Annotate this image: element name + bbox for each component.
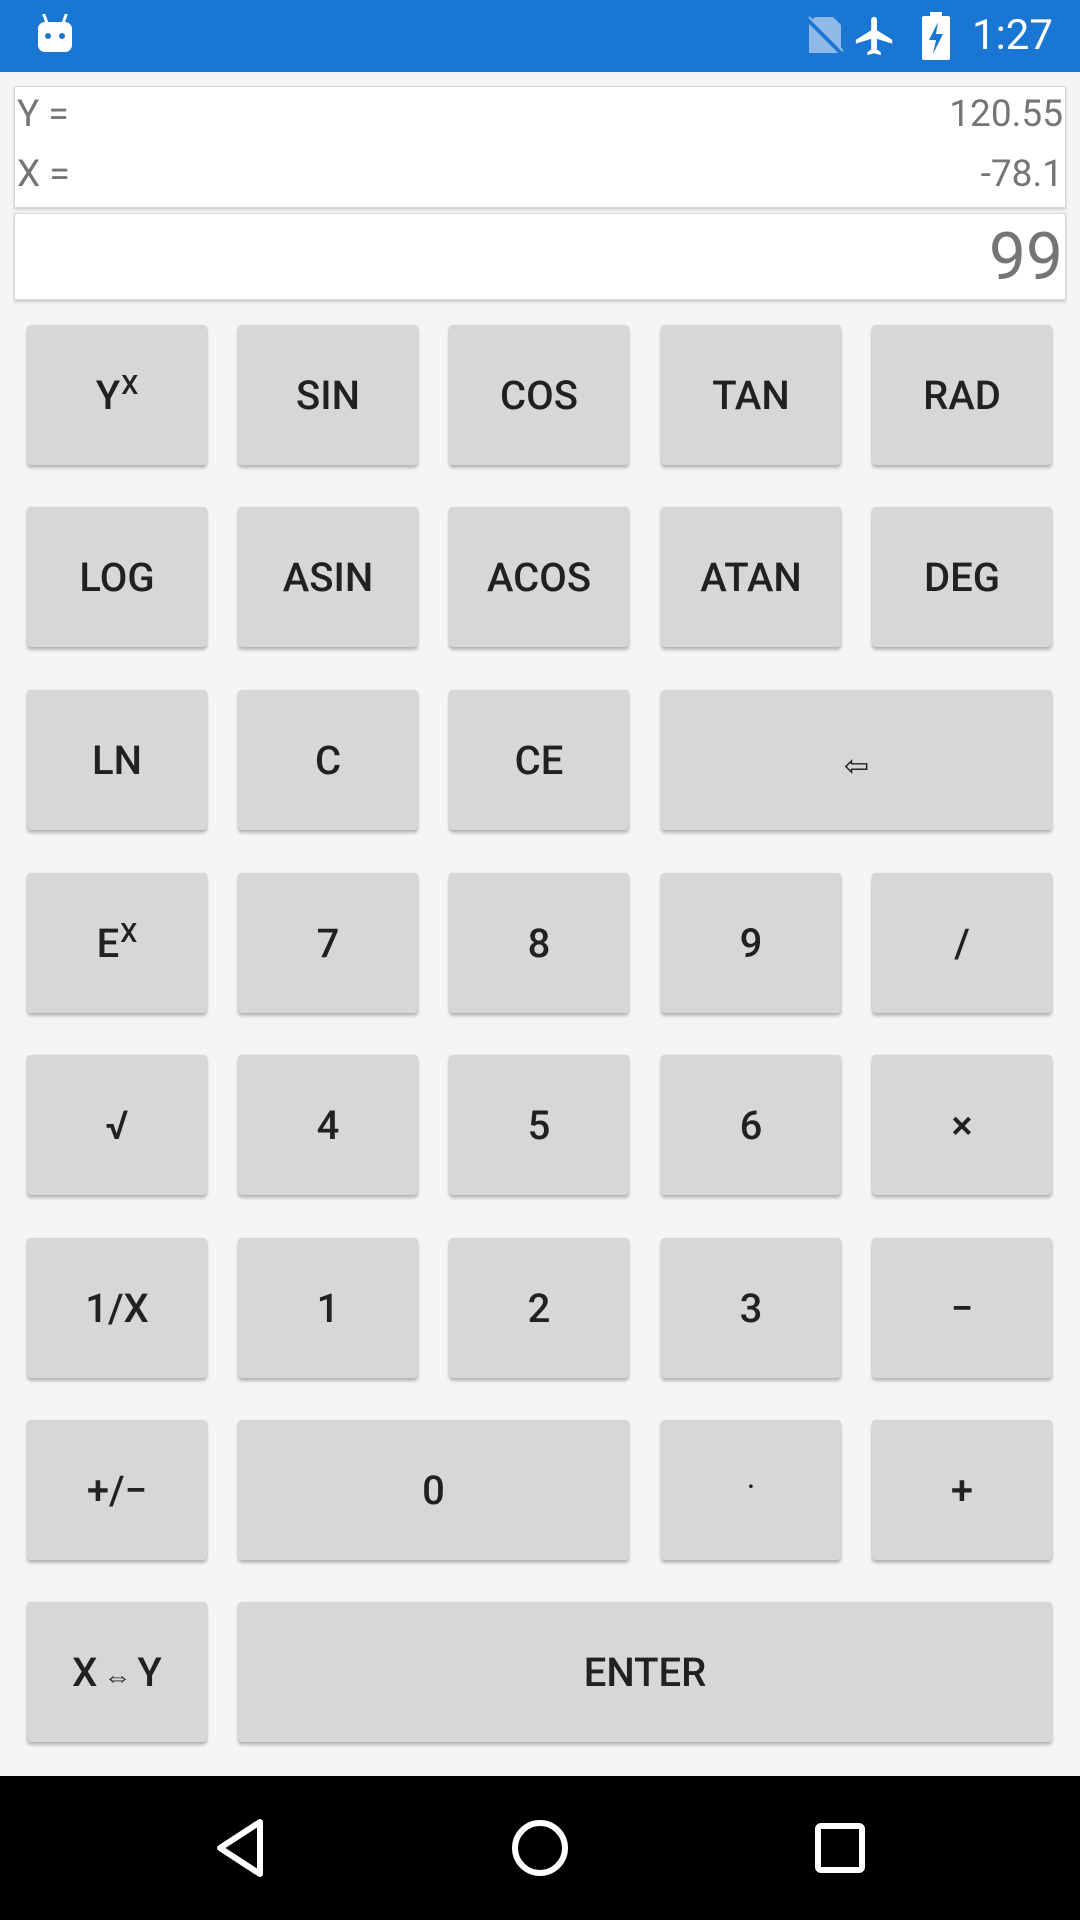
clear-button[interactable]: C	[238, 690, 418, 830]
reciprocal-button[interactable]: 1/X	[27, 1238, 207, 1378]
navigation-bar	[0, 1776, 1080, 1920]
multiply-button[interactable]: ×	[872, 1055, 1052, 1195]
digit-6-button[interactable]: 6	[661, 1055, 841, 1195]
minus-button[interactable]: −	[872, 1238, 1052, 1378]
backspace-button[interactable]: ⇦	[661, 690, 1052, 830]
sqrt-button[interactable]: √	[27, 1055, 207, 1195]
digit-7-button[interactable]: 7	[238, 873, 418, 1013]
digit-4-button[interactable]: 4	[238, 1055, 418, 1195]
status-bar: 1:27	[0, 0, 1080, 72]
tan-button[interactable]: TAN	[661, 325, 841, 465]
exp-button[interactable]: EX	[27, 873, 207, 1013]
register-x-value: -78.1	[980, 153, 1063, 196]
digit-0-button[interactable]: 0	[238, 1420, 629, 1560]
clear-entry-button[interactable]: CE	[449, 690, 629, 830]
no-sim-icon	[805, 16, 845, 57]
ln-button[interactable]: LN	[27, 690, 207, 830]
power-base-label: Y	[95, 371, 121, 419]
digit-5-button[interactable]: 5	[449, 1055, 629, 1195]
decimal-button[interactable]: ·	[661, 1420, 841, 1560]
swap-xy-button[interactable]: X ⇔ Y	[27, 1602, 207, 1742]
home-icon[interactable]	[504, 1812, 576, 1884]
register-y-value: 120.55	[949, 93, 1063, 136]
plus-button[interactable]: +	[872, 1420, 1052, 1560]
rad-button[interactable]: RAD	[872, 325, 1052, 465]
atan-button[interactable]: ATAN	[661, 507, 841, 647]
recents-icon[interactable]	[804, 1812, 876, 1884]
register-x-row: X = -78.1	[15, 147, 1065, 207]
exp-exp-label: X	[120, 917, 138, 949]
display-value: 99	[988, 219, 1063, 296]
status-time: 1:27	[972, 11, 1053, 60]
digit-2-button[interactable]: 2	[449, 1238, 629, 1378]
swap-right-label: Y	[137, 1648, 162, 1696]
register-y-label: Y =	[17, 93, 69, 136]
swap-arrows-icon: ⇔	[103, 1659, 132, 1693]
digit-3-button[interactable]: 3	[661, 1238, 841, 1378]
negate-button[interactable]: +/−	[27, 1420, 207, 1560]
acos-button[interactable]: ACOS	[449, 507, 629, 647]
digit-8-button[interactable]: 8	[449, 873, 629, 1013]
swap-left-label: X	[72, 1648, 98, 1696]
stack-registers: Y = 120.55 X = -78.1	[14, 86, 1066, 208]
power-exp-label: X	[121, 369, 139, 401]
main-display: 99	[14, 213, 1066, 300]
cos-button[interactable]: COS	[449, 325, 629, 465]
android-icon	[38, 14, 72, 52]
register-x-label: X =	[17, 153, 70, 196]
register-y-row: Y = 120.55	[15, 87, 1065, 147]
digit-9-button[interactable]: 9	[661, 873, 841, 1013]
backspace-icon: ⇦	[843, 748, 870, 784]
asin-button[interactable]: ASIN	[238, 507, 418, 647]
log-button[interactable]: LOG	[27, 507, 207, 647]
decimal-label: ·	[747, 1469, 755, 1503]
divide-button[interactable]: /	[872, 873, 1052, 1013]
exp-base-label: E	[96, 919, 120, 967]
sin-button[interactable]: SIN	[238, 325, 418, 465]
back-icon[interactable]	[206, 1812, 278, 1884]
digit-1-button[interactable]: 1	[238, 1238, 418, 1378]
enter-button[interactable]: ENTER	[238, 1602, 1052, 1742]
battery-charging-icon	[922, 12, 950, 60]
power-button[interactable]: YX	[27, 325, 207, 465]
airplane-mode-icon	[855, 16, 893, 56]
deg-button[interactable]: DEG	[872, 507, 1052, 647]
